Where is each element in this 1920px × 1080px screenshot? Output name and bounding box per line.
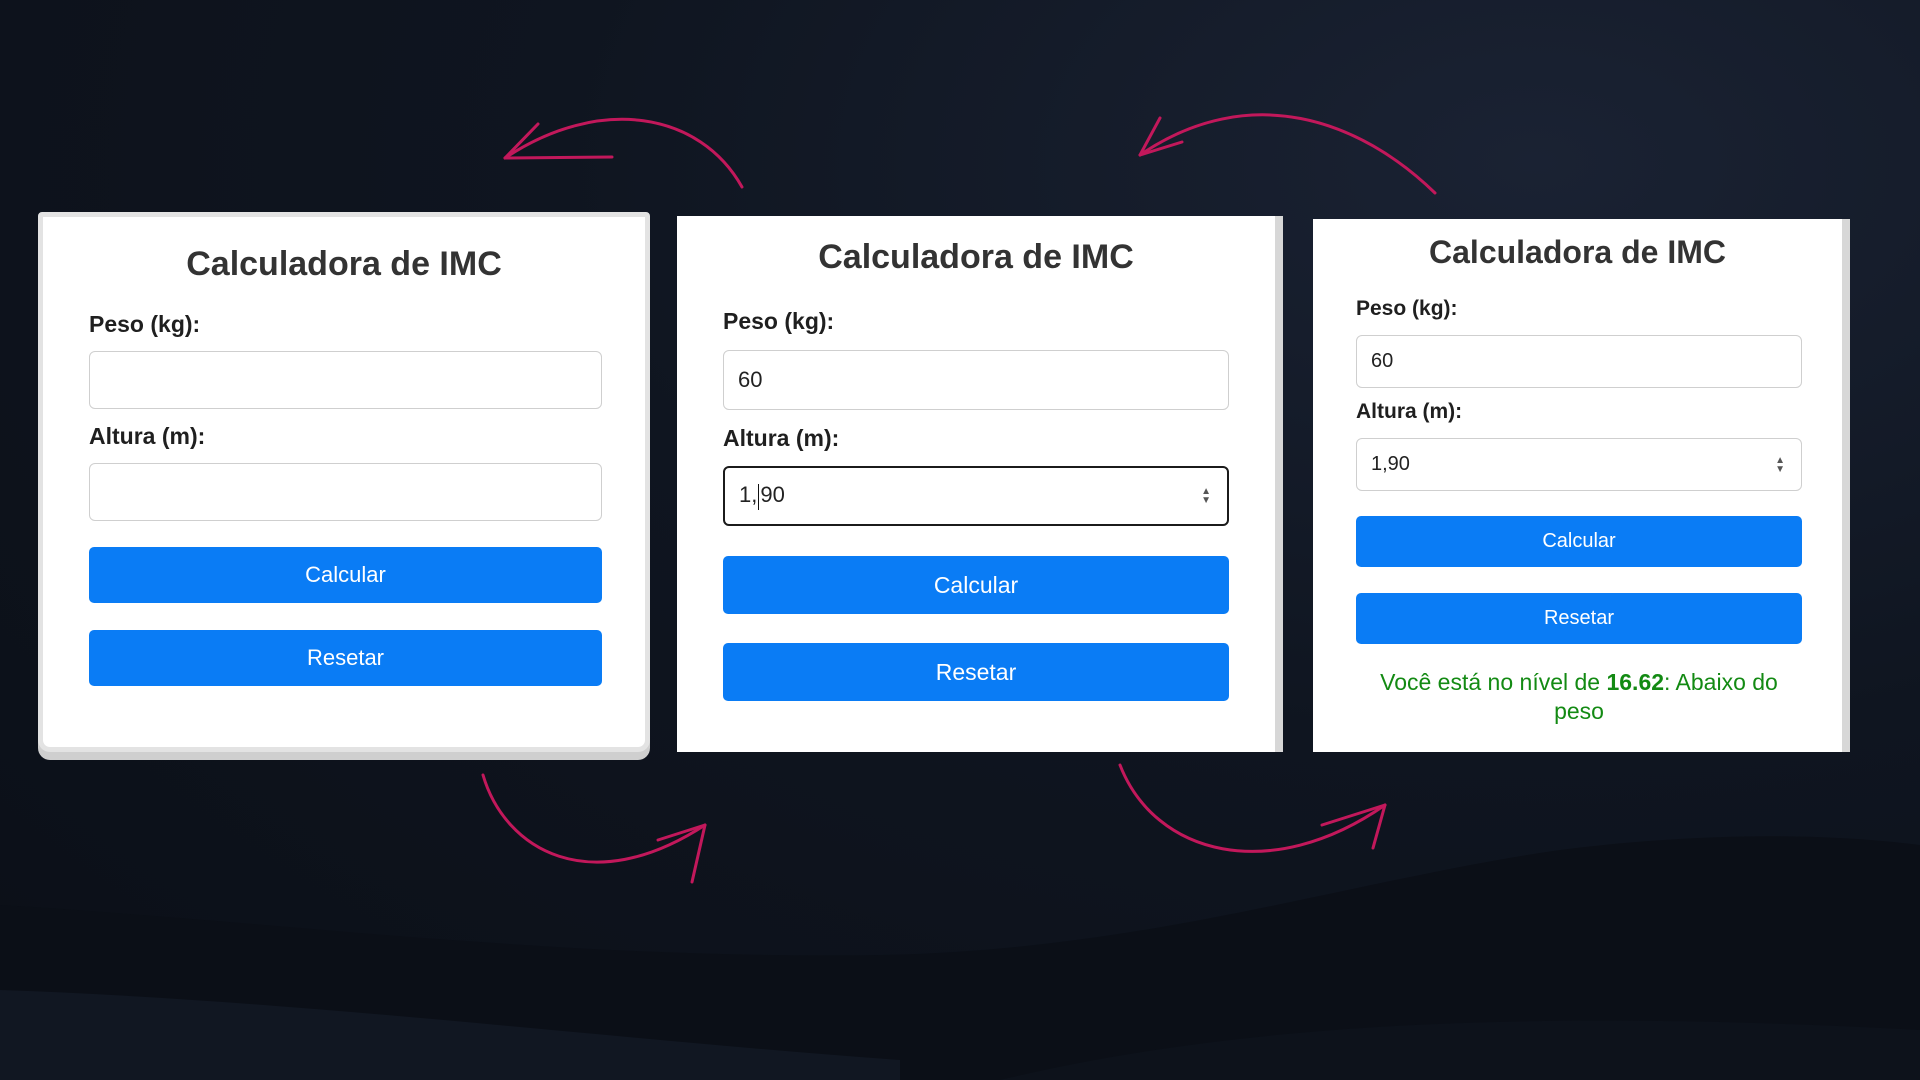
resetar-button[interactable]: Resetar — [1356, 593, 1802, 644]
altura-input[interactable] — [89, 463, 602, 521]
spinner-arrows-icon[interactable]: ▲ ▼ — [1775, 455, 1785, 474]
altura-label: Altura (m): — [1356, 400, 1463, 423]
peso-input-value: 60 — [738, 367, 763, 392]
peso-label: Peso (kg): — [1356, 297, 1458, 320]
peso-input[interactable]: 60 — [1356, 335, 1802, 388]
resetar-button[interactable]: Resetar — [723, 643, 1229, 701]
calcular-button[interactable]: Calcular — [89, 547, 602, 603]
resetar-button[interactable]: Resetar — [89, 630, 602, 686]
altura-input-value: 1,90 — [1371, 453, 1410, 475]
curved-arrow-icon — [503, 117, 744, 189]
altura-input-value: 1,90 — [725, 482, 785, 510]
curved-arrow-icon — [481, 773, 707, 884]
peso-input-value: 60 — [1371, 350, 1394, 372]
bmi-calculator-panel-typing: Calculadora de IMC Peso (kg): 60 Altura … — [677, 216, 1283, 752]
peso-label: Peso (kg): — [89, 311, 201, 337]
altura-value-after-caret: 90 — [760, 482, 785, 508]
altura-input[interactable]: 1,90 ▲▼ — [1356, 438, 1802, 491]
panel-title: Calculadora de IMC — [1429, 234, 1726, 270]
spinner-arrows-icon[interactable]: ▲ ▼ — [1201, 487, 1211, 506]
panel-title: Calculadora de IMC — [186, 245, 502, 283]
calcular-button[interactable]: Calcular — [723, 556, 1229, 614]
altura-value-before-caret: 1, — [739, 482, 758, 508]
peso-input[interactable] — [89, 351, 602, 409]
bmi-calculator-panel-empty: Calculadora de IMC Peso (kg): Altura (m)… — [38, 212, 650, 752]
calcular-button[interactable]: Calcular — [1356, 516, 1802, 567]
peso-input[interactable]: 60 — [723, 350, 1229, 410]
altura-input[interactable]: 1,90 ▲▼ — [723, 466, 1229, 526]
altura-label: Altura (m): — [89, 423, 206, 449]
altura-label: Altura (m): — [723, 425, 840, 451]
panel-title: Calculadora de IMC — [818, 238, 1134, 276]
bmi-calculator-panel-result: Calculadora de IMC Peso (kg): 60 Altura … — [1313, 219, 1850, 752]
bmi-result-text: Você está no nível de 16.62: Abaixo do p… — [1356, 668, 1802, 726]
bmi-value: 16.62 — [1606, 669, 1665, 695]
result-prefix: Você está no nível de — [1380, 669, 1607, 695]
curved-arrow-icon — [1118, 763, 1387, 853]
curved-arrow-icon — [1138, 113, 1437, 195]
peso-label: Peso (kg): — [723, 308, 835, 334]
